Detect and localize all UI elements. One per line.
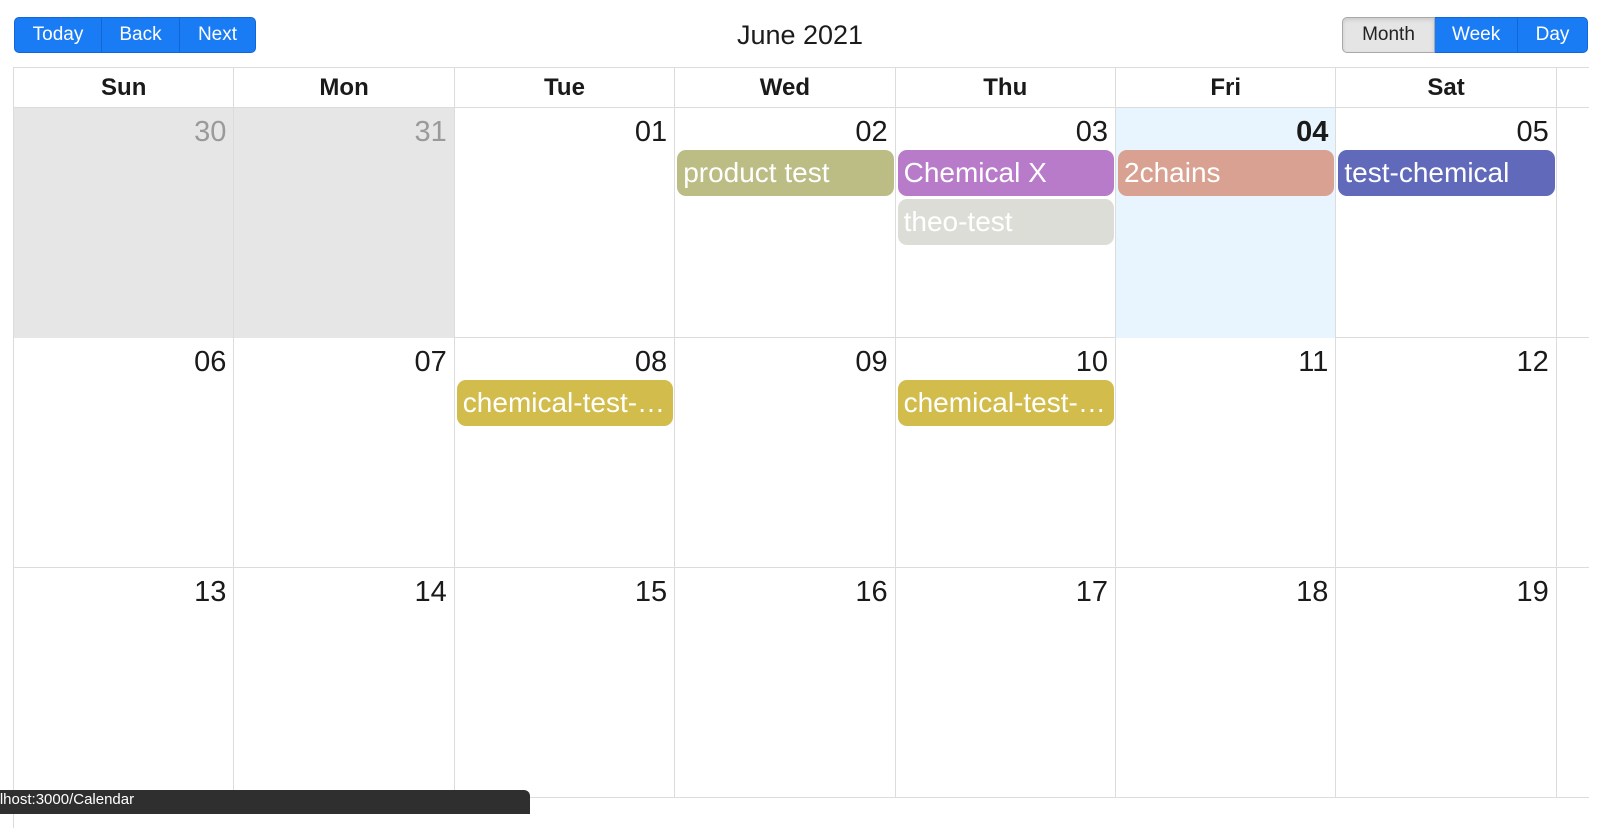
- day-cell[interactable]: 08 chemical-test-…: [455, 338, 676, 568]
- day-cell[interactable]: 05 test-chemical: [1336, 108, 1557, 338]
- date-number[interactable]: 18: [1296, 574, 1328, 610]
- month-weeks: 30 31 01 02 product test 03 Chemical Xtheo-tes…: [14, 108, 1589, 798]
- calendar-event[interactable]: Chemical X: [897, 150, 1114, 196]
- date-number[interactable]: 01: [635, 114, 667, 150]
- weekday-header: Fri: [1116, 68, 1337, 107]
- date-number[interactable]: 06: [194, 344, 226, 380]
- day-cell[interactable]: 17: [896, 568, 1116, 798]
- week-row: 06 07 08 chemical-test-… 09 10 chemical-test-……: [14, 338, 1589, 568]
- day-cell[interactable]: 14: [234, 568, 455, 798]
- day-cell[interactable]: 16: [675, 568, 896, 798]
- month-view-button[interactable]: Month: [1342, 17, 1435, 53]
- day-cell[interactable]: 13: [14, 568, 235, 798]
- day-cell[interactable]: 02 product test: [675, 108, 896, 338]
- calendar-event[interactable]: theo-test: [897, 199, 1114, 245]
- day-cell[interactable]: 04 2chains: [1116, 108, 1337, 338]
- date-number[interactable]: 11: [1298, 344, 1328, 380]
- view-button-group: Month Week Day: [1342, 17, 1588, 53]
- date-number[interactable]: 04: [1296, 114, 1328, 150]
- date-number[interactable]: 16: [855, 574, 887, 610]
- calendar-event[interactable]: chemical-test-…: [897, 380, 1114, 426]
- calendar-title: June 2021: [736, 20, 864, 50]
- link-status-bar: calhost:3000/Calendar: [0, 790, 530, 814]
- navigation-button-group: Today Back Next: [14, 17, 256, 53]
- date-number[interactable]: 17: [1076, 574, 1108, 610]
- today-button[interactable]: Today: [14, 17, 102, 53]
- week-row: 30 31 01 02 product test 03 Chemical Xtheo-tes…: [14, 108, 1589, 338]
- date-number[interactable]: 15: [635, 574, 667, 610]
- weekday-header: Tue: [455, 68, 676, 107]
- calendar-toolbar: Today Back Next June 2021 Month Week Day: [0, 0, 1600, 68]
- date-number[interactable]: 05: [1517, 114, 1549, 150]
- day-cell[interactable]: 11: [1116, 338, 1337, 568]
- calendar-event[interactable]: test-chemical: [1338, 150, 1555, 196]
- date-number[interactable]: 19: [1517, 574, 1549, 610]
- back-button[interactable]: Back: [102, 17, 180, 53]
- date-number[interactable]: 09: [855, 344, 887, 380]
- day-cell[interactable]: 19: [1336, 568, 1557, 798]
- day-view-button[interactable]: Day: [1518, 17, 1588, 53]
- week-row: 13 14 15 16 17 18 19: [14, 568, 1589, 798]
- day-cell[interactable]: 31: [234, 108, 455, 338]
- date-number[interactable]: 07: [415, 344, 447, 380]
- next-button[interactable]: Next: [180, 17, 256, 53]
- status-url: calhost:3000/Calendar: [0, 791, 135, 808]
- day-cell[interactable]: 18: [1116, 568, 1337, 798]
- day-cell[interactable]: 01: [455, 108, 676, 338]
- date-number[interactable]: 13: [194, 574, 226, 610]
- month-view: Sun Mon Tue Wed Thu Fri Sat 30 31 01 02 prod…: [13, 67, 1589, 828]
- week-view-button[interactable]: Week: [1435, 17, 1518, 53]
- weekday-header: Sat: [1336, 68, 1557, 107]
- day-cell[interactable]: 09: [675, 338, 896, 568]
- day-cell[interactable]: 10 chemical-test-…: [896, 338, 1116, 568]
- date-number[interactable]: 14: [415, 574, 447, 610]
- calendar-event[interactable]: chemical-test-…: [456, 380, 674, 426]
- date-number[interactable]: 12: [1517, 344, 1549, 380]
- date-number[interactable]: 31: [415, 114, 447, 150]
- day-cell[interactable]: 07: [234, 338, 455, 568]
- weekday-header: Sun: [14, 68, 235, 107]
- date-number[interactable]: 30: [194, 114, 226, 150]
- day-cell[interactable]: 30: [14, 108, 235, 338]
- weekday-header: Wed: [675, 68, 896, 107]
- date-number[interactable]: 02: [855, 114, 887, 150]
- date-number[interactable]: 08: [635, 344, 667, 380]
- calendar-event[interactable]: 2chains: [1118, 150, 1335, 196]
- weekday-header-row: Sun Mon Tue Wed Thu Fri Sat: [14, 68, 1589, 108]
- weekday-header: Thu: [896, 68, 1116, 107]
- date-number[interactable]: 10: [1076, 344, 1108, 380]
- day-cell[interactable]: 06: [14, 338, 235, 568]
- day-cell[interactable]: 03 Chemical Xtheo-test: [896, 108, 1116, 338]
- calendar-event[interactable]: product test: [677, 150, 894, 196]
- date-number[interactable]: 03: [1076, 114, 1108, 150]
- weekday-header: Mon: [234, 68, 455, 107]
- day-cell[interactable]: 15: [455, 568, 676, 798]
- day-cell[interactable]: 12: [1336, 338, 1557, 568]
